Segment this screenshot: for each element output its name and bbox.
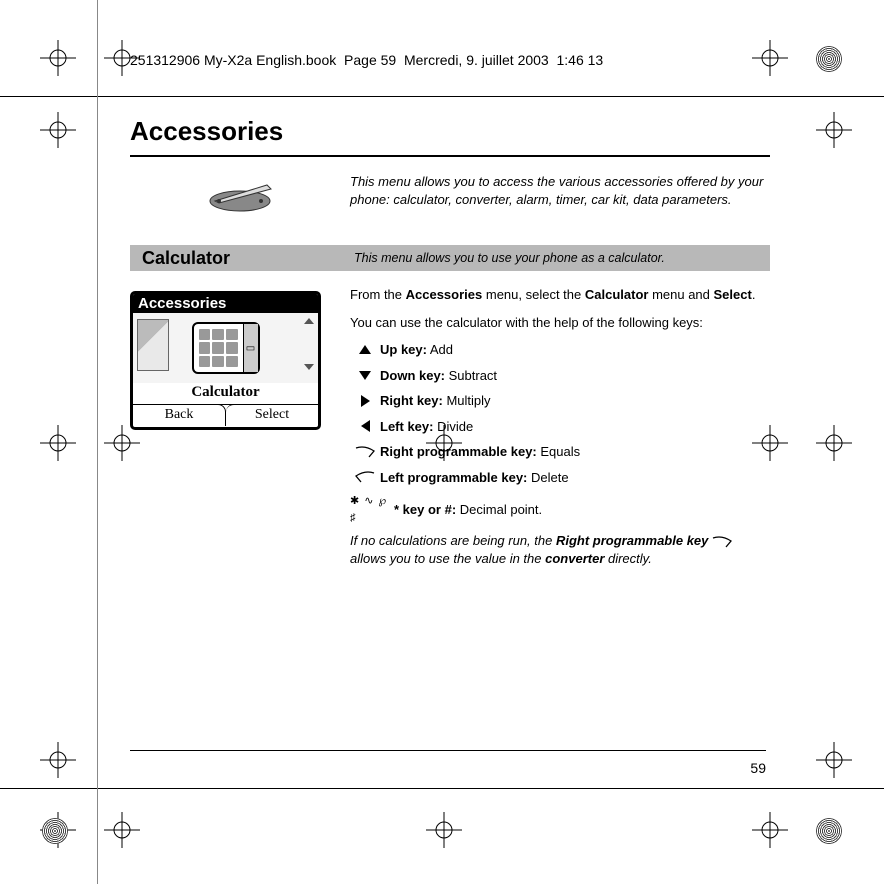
softkey-right-icon	[712, 536, 732, 548]
section-header: Calculator This menu allows you to use y…	[130, 245, 770, 271]
calculator-app-icon: ▭	[192, 322, 260, 374]
key-star-hash: ✱ ∿ ℘ ♯ * key or #: Decimal point.	[350, 493, 770, 526]
section-title: Calculator	[130, 248, 354, 269]
phone-title: Accessories	[133, 294, 318, 313]
softkey-right-icon	[350, 446, 380, 458]
phone-screenshot: Accessories ▭ Calculator Back Select	[130, 291, 321, 430]
crop-target-icon	[816, 742, 852, 778]
key-left-prog: Left programmable key: Delete	[350, 468, 770, 488]
key-right-prog: Right programmable key: Equals	[350, 442, 770, 462]
phone-side-icon	[137, 319, 169, 371]
crop-target-icon	[40, 742, 76, 778]
paragraph-2: You can use the calculator with the help…	[350, 313, 770, 333]
crop-target-icon	[752, 40, 788, 76]
page-number: 59	[750, 760, 766, 776]
intro-row: This menu allows you to access the vario…	[130, 173, 770, 215]
section-desc: This menu allows you to use your phone a…	[354, 251, 665, 265]
key-up: Up key: Add	[350, 340, 770, 360]
left-arrow-icon	[361, 420, 370, 432]
crop-target-icon	[104, 812, 140, 848]
crop-line-bottom	[0, 788, 884, 789]
crop-target-icon	[816, 425, 852, 461]
down-arrow-icon	[359, 371, 371, 380]
phone-softkey-back: Back	[133, 404, 226, 426]
softkey-left-icon	[350, 471, 380, 483]
note-text: If no calculations are being run, the Ri…	[350, 532, 770, 567]
phone-selected-label: Calculator	[133, 383, 318, 404]
body-text: From the Accessories menu, select the Ca…	[350, 285, 770, 567]
registration-dot-icon	[816, 818, 842, 844]
intro-text: This menu allows you to access the vario…	[350, 173, 770, 208]
star-hash-icon: ✱ ∿ ℘ ♯	[350, 493, 394, 526]
crop-target-icon	[40, 40, 76, 76]
book-header-stamp: 251312906 My-X2a English.book Page 59 Me…	[130, 52, 603, 68]
crop-target-icon	[752, 812, 788, 848]
phone-softkey-select: Select	[226, 404, 318, 426]
crop-target-icon	[426, 812, 462, 848]
crop-target-icon	[40, 425, 76, 461]
key-down: Down key: Subtract	[350, 366, 770, 386]
footer-rule	[130, 750, 766, 751]
title-rule	[130, 155, 770, 157]
page-title: Accessories	[130, 116, 770, 147]
key-left: Left key: Divide	[350, 417, 770, 437]
pocketknife-icon	[205, 179, 275, 215]
crop-target-icon	[816, 112, 852, 148]
page-content: Accessories This menu allows you to acce…	[130, 112, 770, 567]
up-arrow-icon	[359, 345, 371, 354]
left-margin-rule	[97, 0, 98, 884]
right-arrow-icon	[361, 395, 370, 407]
key-right: Right key: Multiply	[350, 391, 770, 411]
paragraph-1: From the Accessories menu, select the Ca…	[350, 285, 770, 305]
registration-dot-icon	[42, 818, 68, 844]
crop-target-icon	[40, 112, 76, 148]
registration-dot-icon	[816, 46, 842, 72]
scroll-indicator-icon	[304, 318, 314, 376]
crop-line-top	[0, 96, 884, 97]
